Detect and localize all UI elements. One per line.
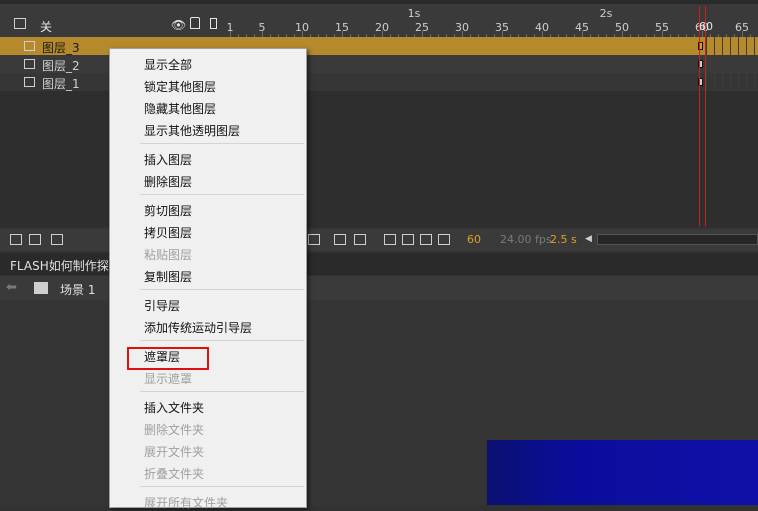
- menu-item: 删除文件夹: [144, 423, 205, 437]
- stage-canvas[interactable]: [487, 440, 758, 505]
- onion-outline-icon[interactable]: [402, 234, 414, 245]
- clapper-icon: [34, 282, 48, 294]
- menu-item[interactable]: 锁定其他图层: [144, 78, 216, 95]
- status-frame[interactable]: 60: [467, 233, 481, 246]
- last-frame-icon[interactable]: [308, 234, 320, 245]
- scene-label[interactable]: 场景 1: [60, 281, 95, 298]
- menu-item: 折叠文件夹: [144, 467, 205, 481]
- menu-separator: [140, 289, 304, 290]
- trash-icon[interactable]: [51, 234, 63, 245]
- layer-context-menu: 显示全部锁定其他图层 隐藏其他图层显示其他透明图层 插入图层删除图层剪切图层拷贝图层…: [109, 48, 307, 510]
- new-layer-icon[interactable]: [10, 234, 22, 245]
- scroll-left-icon[interactable]: ◀: [585, 234, 592, 244]
- menu-item[interactable]: 删除图层: [144, 173, 192, 190]
- menu-item[interactable]: 引导层: [144, 297, 180, 314]
- menu-separator: [140, 143, 304, 144]
- new-folder-icon[interactable]: [29, 234, 41, 245]
- highlight-annotation: [127, 347, 209, 370]
- layer-stack-icon: [14, 18, 26, 29]
- menu-item[interactable]: 插入图层: [144, 151, 192, 168]
- ruler-second-label: 2s: [599, 7, 613, 20]
- layer-name[interactable]: 图层_2: [42, 57, 80, 74]
- menu-item[interactable]: 添加传统运动引导层: [144, 319, 252, 336]
- back-arrow-icon[interactable]: ⬅: [6, 280, 17, 295]
- menu-item[interactable]: 插入文件夹: [144, 399, 204, 416]
- edit-frames-icon[interactable]: [420, 234, 432, 245]
- center-frame-icon[interactable]: [334, 234, 346, 245]
- layer-icon: [24, 59, 35, 69]
- layer-name[interactable]: 图层_1: [42, 75, 80, 92]
- loop-icon[interactable]: [354, 234, 366, 245]
- layer-icon: [24, 41, 35, 51]
- menu-separator: [140, 340, 304, 341]
- horizontal-scrollbar[interactable]: [597, 234, 758, 245]
- layer-icon: [24, 77, 35, 87]
- current-frame-label: 60: [699, 20, 713, 33]
- ruler-second-label: 1s: [407, 7, 421, 20]
- outline-icon[interactable]: [210, 18, 217, 29]
- menu-item: 展开所有文件夹: [144, 496, 229, 510]
- menu-item: 粘贴图层: [144, 248, 193, 262]
- menu-item[interactable]: 隐藏其他图层: [144, 100, 216, 117]
- layer-header-title: 关: [40, 20, 53, 34]
- timeline-header: 关 👁 1 5 10 15 20 25 30 35 40 45 50 55 60 65 1s 2s: [0, 0, 758, 37]
- menu-item[interactable]: 显示其他透明图层: [144, 122, 240, 139]
- lock-icon[interactable]: [190, 17, 200, 29]
- menu-item: 显示遮罩: [144, 372, 193, 386]
- onion-markers-icon[interactable]: [438, 234, 450, 245]
- menu-separator: [140, 194, 304, 195]
- frame-ruler[interactable]: 1 5 10 15 20 25 30 35 40 45 50 55 60 65 1s 2s: [222, 4, 758, 37]
- menu-separator: [140, 486, 304, 487]
- status-time[interactable]: 2.5 s: [550, 233, 577, 246]
- playhead[interactable]: 60: [699, 6, 713, 226]
- layer-name[interactable]: 图层_3: [42, 39, 80, 56]
- frame-grid: [706, 37, 758, 91]
- menu-item[interactable]: 显示全部: [144, 56, 192, 73]
- menu-item[interactable]: 剪切图层: [144, 202, 192, 219]
- onion-skin-icon[interactable]: [384, 234, 396, 245]
- eye-icon[interactable]: 👁: [171, 18, 186, 32]
- menu-separator: [140, 391, 304, 392]
- status-fps[interactable]: 24.00 fps: [500, 233, 552, 246]
- menu-item[interactable]: 复制图层: [144, 268, 192, 285]
- menu-item: 展开文件夹: [144, 445, 205, 459]
- menu-item[interactable]: 拷贝图层: [144, 224, 192, 241]
